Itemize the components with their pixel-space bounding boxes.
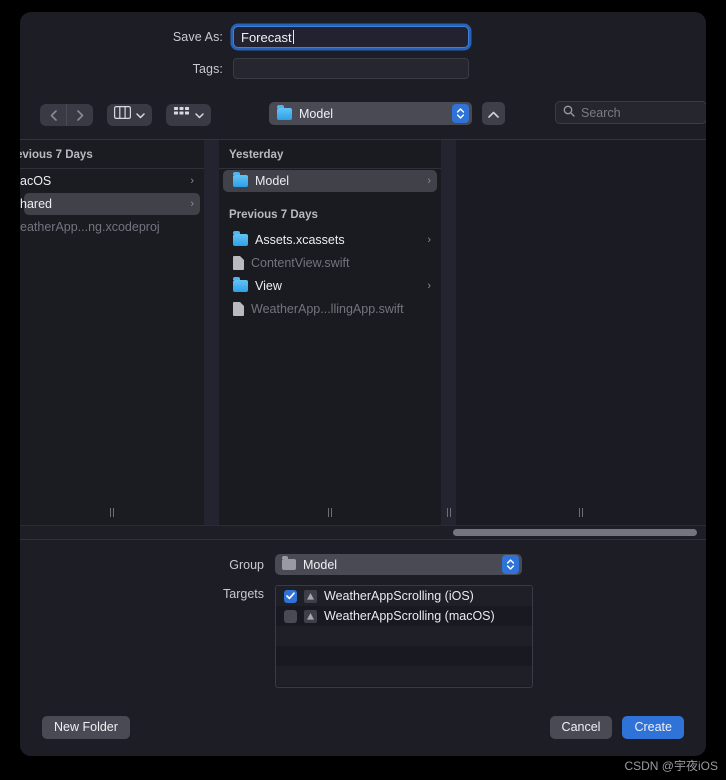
icon-view-button[interactable] [166, 104, 211, 126]
cancel-button[interactable]: Cancel [549, 715, 613, 739]
search-input[interactable]: Search [555, 101, 706, 124]
sidebar-item-macos[interactable]: acOS › [20, 170, 200, 192]
file-row-label: View [255, 279, 282, 293]
column-resize-handle[interactable] [110, 508, 114, 517]
file-row-contentview[interactable]: ContentView.swift [223, 252, 437, 274]
target-label: WeatherAppScrolling (macOS) [324, 609, 495, 623]
chevron-right-icon: › [427, 234, 431, 246]
sidebar-item-label: acOS [20, 174, 52, 188]
column-resize-handle[interactable] [328, 508, 332, 517]
dialog-footer: New Folder Cancel Create [20, 698, 706, 756]
new-folder-button[interactable]: New Folder [42, 715, 130, 739]
scrollbar-thumb[interactable] [453, 529, 697, 536]
browser-column-1: evious 7 Days acOS › hared › eatherApp..… [20, 140, 204, 525]
column-view-icon [114, 106, 132, 124]
targets-row: Targets WeatherAppScrolling (iOS) Weathe… [20, 585, 706, 688]
column-resize-handle[interactable] [579, 508, 583, 517]
file-row-assets[interactable]: Assets.xcassets › [223, 229, 437, 251]
path-popup-label: Model [299, 106, 334, 121]
tags-input[interactable] [233, 58, 469, 79]
checkbox-unchecked-icon[interactable] [284, 609, 297, 623]
file-row-view[interactable]: View › [223, 275, 437, 297]
tags-label: Tags: [192, 61, 223, 76]
group-row: Group Model [20, 554, 706, 575]
file-row-label: Assets.xcassets [255, 233, 345, 247]
chevron-down-icon [136, 106, 145, 124]
target-icon [304, 589, 317, 603]
stepper-icon [502, 555, 519, 574]
chevron-right-icon: › [190, 198, 194, 210]
files-section-header-yesterday: Yesterday [219, 140, 441, 169]
checkbox-checked-icon[interactable] [284, 589, 297, 603]
forward-button[interactable] [67, 104, 93, 126]
nav-segmented-control [40, 104, 93, 126]
targets-label: Targets [223, 587, 264, 601]
chevron-up-icon [488, 105, 499, 123]
folder-icon [233, 231, 248, 246]
file-browser: evious 7 Days acOS › hared › eatherApp..… [20, 139, 706, 525]
files-section-header-previous: Previous 7 Days [229, 209, 318, 221]
group-popup-button[interactable]: Model [275, 554, 522, 575]
dialog-toolbar: Model Search [20, 97, 706, 139]
folder-icon [233, 277, 248, 292]
dialog-bottom-form: Group Model Targets WeatherAppScrolling … [20, 539, 706, 698]
sidebar-item-label: eatherApp...ng.xcodeproj [20, 220, 160, 234]
chevron-right-icon: › [427, 175, 431, 187]
target-row-empty [276, 646, 532, 666]
column-view-button[interactable] [107, 104, 152, 126]
folder-icon [233, 172, 248, 187]
folder-icon [282, 556, 296, 570]
chevron-right-icon: › [427, 280, 431, 292]
back-button[interactable] [40, 104, 66, 126]
target-icon [304, 609, 317, 623]
path-popup-button[interactable]: Model [269, 102, 472, 125]
file-row-model[interactable]: Model › [223, 170, 437, 192]
target-row-empty [276, 666, 532, 686]
file-row-label: Model [255, 174, 290, 188]
horizontal-scrollbar[interactable] [20, 525, 706, 539]
text-caret [292, 30, 294, 44]
sidebar-item-label: hared [20, 197, 52, 211]
tags-row: Tags: [20, 58, 706, 79]
sidebar-item-xcodeproj[interactable]: eatherApp...ng.xcodeproj [20, 216, 200, 238]
save-dialog: Save As: Forecast Tags: Model Search evi… [20, 12, 706, 756]
chevron-down-icon [195, 106, 204, 124]
stepper-icon [452, 104, 469, 123]
icon-view-icon [173, 106, 190, 124]
column-divider-1 [204, 140, 219, 525]
go-up-button[interactable] [482, 102, 505, 125]
search-icon [563, 104, 575, 122]
target-label: WeatherAppScrolling (iOS) [324, 589, 474, 603]
file-row-weatherapp[interactable]: WeatherApp...llingApp.swift [223, 298, 437, 320]
targets-list[interactable]: WeatherAppScrolling (iOS) WeatherAppScro… [275, 585, 533, 688]
target-row-macos[interactable]: WeatherAppScrolling (macOS) [276, 606, 532, 626]
search-placeholder: Search [581, 105, 621, 120]
target-row-ios[interactable]: WeatherAppScrolling (iOS) [276, 586, 532, 606]
group-popup-label: Model [303, 557, 338, 572]
watermark: CSDN @宇夜iOS [624, 759, 718, 773]
browser-column-3 [456, 140, 706, 525]
sidebar-section-header: evious 7 Days [20, 140, 204, 169]
column-divider-2 [441, 140, 456, 525]
chevron-right-icon: › [190, 175, 194, 187]
save-as-input[interactable]: Forecast [233, 26, 469, 48]
document-icon [233, 256, 244, 270]
save-as-label: Save As: [172, 30, 223, 44]
file-row-label: ContentView.swift [251, 256, 350, 270]
target-row-empty [276, 626, 532, 646]
document-icon [233, 302, 244, 316]
sidebar-item-shared[interactable]: hared › [20, 193, 200, 215]
save-as-value: Forecast [241, 29, 292, 45]
save-as-row: Save As: Forecast [20, 26, 706, 48]
dialog-header: Save As: Forecast Tags: [20, 12, 706, 97]
group-label: Group [229, 557, 264, 572]
folder-icon [277, 104, 292, 120]
file-row-label: WeatherApp...llingApp.swift [251, 302, 404, 316]
column-resize-handle[interactable] [446, 508, 451, 517]
create-button[interactable]: Create [622, 715, 684, 739]
browser-column-2: Yesterday Model › Previous 7 Days Assets… [219, 140, 441, 525]
